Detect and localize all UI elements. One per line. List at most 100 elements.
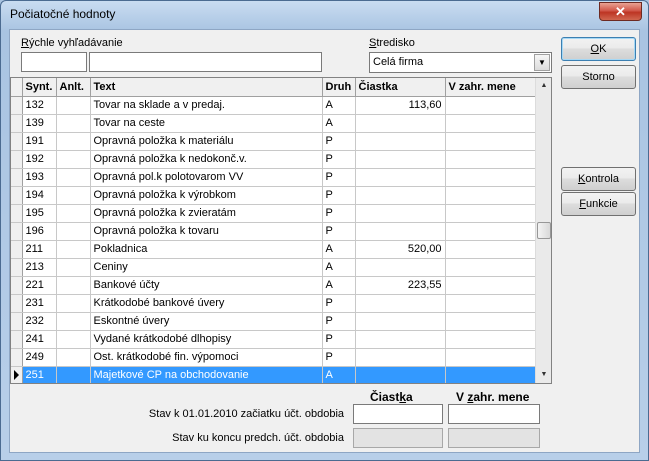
cell-druh[interactable]: A — [322, 366, 356, 383]
row-indicator[interactable] — [11, 204, 23, 223]
cell-anlt[interactable] — [56, 222, 91, 241]
grid-vertical-scrollbar[interactable]: ▲ ▼ — [535, 78, 551, 383]
cell-anlt[interactable] — [56, 240, 91, 259]
table-row[interactable]: 241 Vydané krátkodobé dlhopisy P — [11, 330, 536, 349]
table-row[interactable]: 196 Opravná položka k tovaru P — [11, 222, 536, 241]
cell-ciastka[interactable] — [355, 168, 446, 187]
cell-text[interactable]: Krátkodobé bankové úvery — [90, 294, 323, 313]
row-indicator[interactable] — [11, 240, 23, 259]
cell-zahr-mena[interactable] — [445, 132, 536, 151]
cell-druh[interactable]: A — [322, 258, 356, 277]
cell-zahr-mena[interactable] — [445, 312, 536, 331]
cell-anlt[interactable] — [56, 204, 91, 223]
row-indicator[interactable] — [11, 366, 23, 383]
table-row[interactable]: 231 Krátkodobé bankové úvery P — [11, 294, 536, 313]
cell-zahr-mena[interactable] — [445, 114, 536, 133]
table-row[interactable]: 139 Tovar na ceste A — [11, 114, 536, 133]
cell-synt[interactable]: 231 — [22, 294, 57, 313]
cell-ciastka[interactable] — [355, 258, 446, 277]
cell-ciastka[interactable] — [355, 186, 446, 205]
cell-zahr-mena[interactable] — [445, 204, 536, 223]
table-row[interactable]: 213 Ceniny A — [11, 258, 536, 277]
funkcie-button[interactable]: Funkcie — [561, 192, 636, 216]
cell-druh[interactable]: A — [322, 96, 356, 115]
cell-synt[interactable]: 241 — [22, 330, 57, 349]
cell-ciastka[interactable] — [355, 132, 446, 151]
quick-search-input-2[interactable] — [89, 52, 322, 72]
cell-druh[interactable]: A — [322, 114, 356, 133]
cell-druh[interactable]: P — [322, 294, 356, 313]
cell-anlt[interactable] — [56, 294, 91, 313]
cell-zahr-mena[interactable] — [445, 294, 536, 313]
cell-zahr-mena[interactable] — [445, 330, 536, 349]
cell-anlt[interactable] — [56, 258, 91, 277]
cell-text[interactable]: Tovar na ceste — [90, 114, 323, 133]
cell-druh[interactable]: P — [322, 312, 356, 331]
cell-text[interactable]: Ceniny — [90, 258, 323, 277]
cell-synt[interactable]: 213 — [22, 258, 57, 277]
table-row[interactable]: 251 Majetkové CP na obchodovanie A — [11, 366, 536, 383]
cell-synt[interactable]: 139 — [22, 114, 57, 133]
cell-druh[interactable]: P — [322, 348, 356, 367]
cell-zahr-mena[interactable] — [445, 150, 536, 169]
title-bar[interactable]: Počiatočné hodnoty ✕ — [1, 1, 648, 27]
table-row[interactable]: 132 Tovar na sklade a v predaj. A 113,60 — [11, 96, 536, 115]
row-indicator[interactable] — [11, 348, 23, 367]
cell-druh[interactable]: P — [322, 150, 356, 169]
cell-ciastka[interactable]: 520,00 — [355, 240, 446, 259]
cell-anlt[interactable] — [56, 348, 91, 367]
kontrola-button[interactable]: Kontrola — [561, 167, 636, 191]
column-header-text[interactable]: Text — [90, 78, 323, 97]
row-indicator[interactable] — [11, 132, 23, 151]
quick-search-input-1[interactable] — [21, 52, 87, 72]
column-header-synt[interactable]: Synt. — [22, 78, 57, 97]
cell-text[interactable]: Opravná položka k výrobkom — [90, 186, 323, 205]
table-row[interactable]: 195 Opravná položka k zvieratám P — [11, 204, 536, 223]
column-header-ciastka[interactable]: Čiastka — [355, 78, 446, 97]
cell-zahr-mena[interactable] — [445, 168, 536, 187]
cell-text[interactable]: Ost. krátkodobé fin. výpomoci — [90, 348, 323, 367]
cell-synt[interactable]: 232 — [22, 312, 57, 331]
table-row[interactable]: 249 Ost. krátkodobé fin. výpomoci P — [11, 348, 536, 367]
row1-zahr-mena-input[interactable] — [448, 404, 540, 424]
table-row[interactable]: 232 Eskontné úvery P — [11, 312, 536, 331]
cell-druh[interactable]: A — [322, 276, 356, 295]
cell-synt[interactable]: 211 — [22, 240, 57, 259]
cell-ciastka[interactable]: 223,55 — [355, 276, 446, 295]
cell-text[interactable]: Vydané krátkodobé dlhopisy — [90, 330, 323, 349]
column-header-anlt[interactable]: Anlt. — [56, 78, 91, 97]
row-indicator[interactable] — [11, 222, 23, 241]
row-indicator[interactable] — [11, 186, 23, 205]
cell-druh[interactable]: P — [322, 330, 356, 349]
table-row[interactable]: 191 Opravná položka k materiálu P — [11, 132, 536, 151]
table-row[interactable]: 192 Opravná položka k nedokonč.v. P — [11, 150, 536, 169]
scroll-down-icon[interactable]: ▼ — [536, 367, 551, 383]
cell-ciastka[interactable] — [355, 222, 446, 241]
cell-text[interactable]: Opravná položka k tovaru — [90, 222, 323, 241]
cell-anlt[interactable] — [56, 330, 91, 349]
cell-text[interactable]: Opravná pol.k polotovarom VV — [90, 168, 323, 187]
cell-druh[interactable]: P — [322, 132, 356, 151]
cell-synt[interactable]: 196 — [22, 222, 57, 241]
ok-button[interactable]: OK — [561, 37, 636, 61]
cell-ciastka[interactable] — [355, 114, 446, 133]
accounts-grid[interactable]: Synt. Anlt. Text Druh Čiastka V zahr. me… — [10, 77, 552, 384]
cell-druh[interactable]: A — [322, 240, 356, 259]
cell-synt[interactable]: 251 — [22, 366, 57, 383]
cell-synt[interactable]: 221 — [22, 276, 57, 295]
chevron-down-icon[interactable]: ▼ — [534, 54, 550, 71]
cell-synt[interactable]: 192 — [22, 150, 57, 169]
row-indicator[interactable] — [11, 168, 23, 187]
cell-druh[interactable]: P — [322, 168, 356, 187]
row-indicator[interactable] — [11, 96, 23, 115]
cell-anlt[interactable] — [56, 186, 91, 205]
cell-ciastka[interactable] — [355, 150, 446, 169]
cell-text[interactable]: Opravná položka k materiálu — [90, 132, 323, 151]
cell-ciastka[interactable] — [355, 312, 446, 331]
cell-ciastka[interactable] — [355, 348, 446, 367]
row1-ciastka-input[interactable] — [353, 404, 443, 424]
row-indicator[interactable] — [11, 150, 23, 169]
cell-zahr-mena[interactable] — [445, 258, 536, 277]
cell-zahr-mena[interactable] — [445, 186, 536, 205]
cell-zahr-mena[interactable] — [445, 240, 536, 259]
